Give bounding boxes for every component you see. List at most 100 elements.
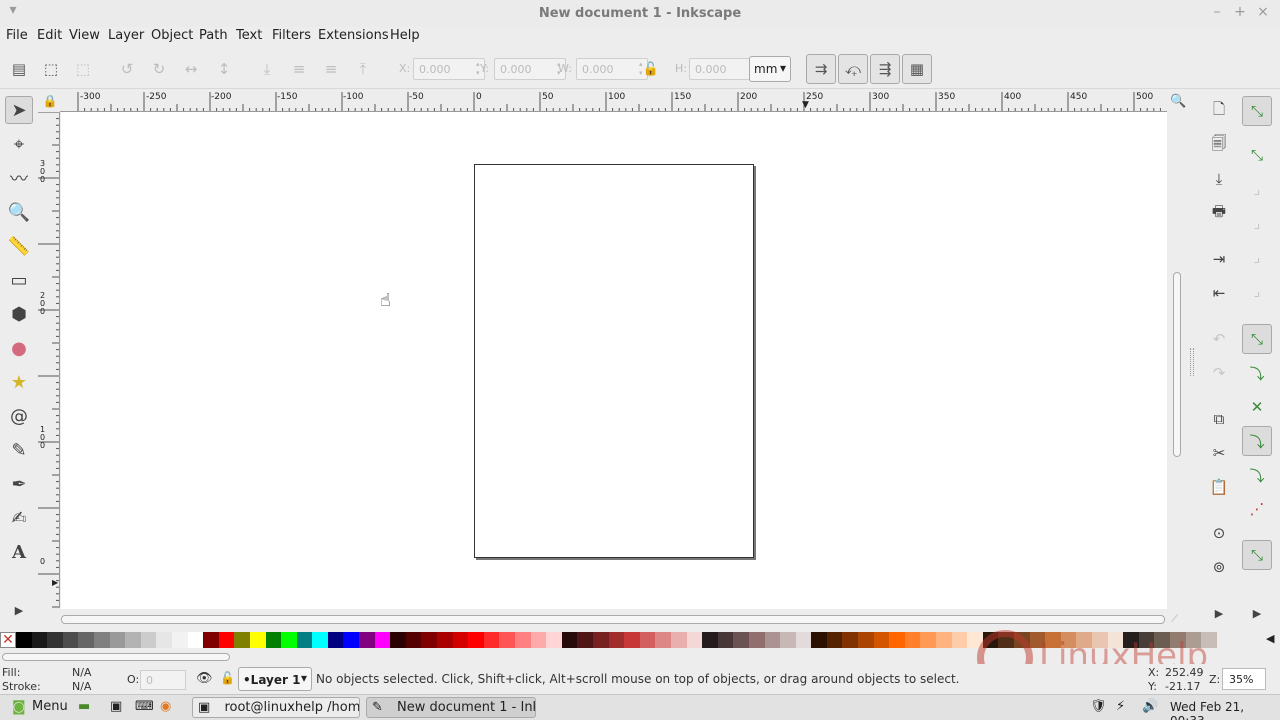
snap-bbox-edge-icon[interactable]: ⌟ <box>1242 174 1272 204</box>
3d-box-tool-icon[interactable]: ⬢ <box>5 300 33 328</box>
color-swatch[interactable] <box>437 632 453 648</box>
menu-file[interactable]: File <box>6 28 28 43</box>
lock-icon[interactable]: 🔓 <box>638 56 664 82</box>
color-swatch[interactable] <box>156 632 172 648</box>
snap-bbox-center-icon[interactable]: ⌟ <box>1242 276 1272 306</box>
layer-select[interactable]: •Layer 1 <box>238 667 312 691</box>
minimize-button[interactable]: – <box>1208 4 1226 20</box>
menu-path[interactable]: Path <box>199 28 228 43</box>
color-swatch[interactable] <box>702 632 718 648</box>
raise-icon[interactable]: ≡ <box>318 56 344 82</box>
color-swatch[interactable] <box>31 632 48 648</box>
measure-tool-icon[interactable]: 📏 <box>5 232 33 260</box>
color-swatch[interactable] <box>499 632 515 648</box>
flip-horizontal-icon[interactable]: ↔ <box>178 56 204 82</box>
snap-page-icon[interactable]: ⤡ <box>1242 540 1272 570</box>
color-swatch[interactable] <box>546 632 562 648</box>
color-swatch[interactable] <box>873 632 890 648</box>
select-all-icon[interactable]: ⬚ <box>38 56 64 82</box>
color-swatch[interactable] <box>140 632 157 648</box>
color-swatch[interactable] <box>468 632 484 648</box>
color-swatch[interactable] <box>171 632 188 648</box>
color-swatch[interactable] <box>826 632 843 648</box>
firefox-launcher-icon[interactable]: ◉ <box>160 699 171 714</box>
import-icon[interactable]: ⇥ <box>1204 244 1234 274</box>
color-swatch[interactable] <box>374 632 391 648</box>
star-tool-icon[interactable]: ★ <box>5 368 33 396</box>
menu-edit[interactable]: Edit <box>37 28 62 43</box>
toolbox-more-icon[interactable]: ▶ <box>5 596 33 624</box>
color-swatch[interactable] <box>78 632 94 648</box>
color-swatch[interactable] <box>608 632 625 648</box>
color-swatch[interactable] <box>764 632 781 648</box>
calligraphy-tool-icon[interactable]: ✍ <box>5 504 33 532</box>
color-swatch[interactable] <box>748 632 765 648</box>
unit-select[interactable]: mm <box>749 56 791 82</box>
menu-text[interactable]: Text <box>236 28 262 43</box>
document-page[interactable] <box>474 164 754 558</box>
color-swatch[interactable] <box>561 632 578 648</box>
color-swatch[interactable] <box>405 632 422 648</box>
color-swatch[interactable] <box>359 632 375 648</box>
zoom-drawing-icon[interactable]: ⊚ <box>1204 552 1234 582</box>
paste-icon[interactable]: 📋 <box>1204 472 1234 502</box>
zoom-tool-icon[interactable]: 🔍 <box>5 198 33 226</box>
zoom-corner-icon[interactable]: 🔍 <box>1170 94 1186 109</box>
color-swatch[interactable] <box>421 632 438 648</box>
color-swatch[interactable] <box>639 632 656 648</box>
rectangle-tool-icon[interactable]: ▭ <box>5 266 33 294</box>
opacity-input[interactable]: 0 <box>140 670 186 690</box>
color-swatch[interactable] <box>780 632 796 648</box>
color-swatch[interactable] <box>249 632 266 648</box>
x-input[interactable]: 0.000 <box>413 58 485 80</box>
menu-extensions[interactable]: Extensions <box>318 28 389 43</box>
color-swatch[interactable] <box>483 632 500 648</box>
snap-path-icon[interactable]: ⤵ <box>1242 358 1272 388</box>
show-desktop-icon[interactable]: ▬ <box>78 699 90 714</box>
rotate-ccw-icon[interactable]: ↺ <box>114 56 140 82</box>
color-swatch[interactable] <box>936 632 952 648</box>
transform-gradients-icon[interactable]: ⇶ <box>870 54 900 84</box>
color-swatch[interactable] <box>858 632 874 648</box>
menu-object[interactable]: Object <box>151 28 193 43</box>
color-swatch[interactable] <box>624 632 640 648</box>
color-swatch[interactable] <box>47 632 63 648</box>
terminal-launcher-icon[interactable]: ⌨ <box>135 699 154 714</box>
lower-icon[interactable]: ≡ <box>286 56 312 82</box>
snap-cusp-icon[interactable]: ⤵ <box>1242 426 1272 456</box>
palette-menu-icon[interactable]: ◀ <box>1266 632 1274 645</box>
node-tool-icon[interactable]: ⌖ <box>5 130 33 158</box>
transform-patterns-icon[interactable]: ▦ <box>902 54 932 84</box>
stroke-value[interactable]: N/A <box>72 680 91 693</box>
color-swatch[interactable] <box>577 632 593 648</box>
document-properties-icon[interactable]: ▤ <box>6 56 32 82</box>
snap-more-icon[interactable]: ▶ <box>1242 598 1272 628</box>
snap-nodes-icon[interactable]: ⤡ <box>1242 324 1272 354</box>
color-swatch[interactable] <box>811 632 827 648</box>
selector-tool-icon[interactable]: ➤ <box>5 96 33 124</box>
fill-value[interactable]: N/A <box>72 666 91 679</box>
color-swatch[interactable] <box>920 632 937 648</box>
ellipse-tool-icon[interactable]: ● <box>5 334 33 362</box>
color-swatch[interactable] <box>452 632 469 648</box>
color-swatch[interactable] <box>889 632 905 648</box>
color-swatch[interactable] <box>904 632 921 648</box>
color-swatch[interactable] <box>686 632 703 648</box>
vertical-scroll-thumb[interactable] <box>1173 272 1181 457</box>
palette-scroll-thumb[interactable] <box>2 653 230 661</box>
color-swatch[interactable] <box>218 632 235 648</box>
layer-lock-icon[interactable]: 🔓 <box>220 671 235 685</box>
pencil-tool-icon[interactable]: ✎ <box>5 436 33 464</box>
maximize-button[interactable]: + <box>1231 4 1249 20</box>
cut-icon[interactable]: ✂ <box>1204 438 1234 468</box>
taskbar-inkscape[interactable]: ✎ New document 1 - Ink... <box>366 697 536 718</box>
vertical-scrollbar[interactable] <box>1167 112 1187 609</box>
copy-icon[interactable]: ⧉ <box>1204 404 1234 434</box>
color-swatch[interactable] <box>281 632 297 648</box>
menu-help[interactable]: Help <box>390 28 420 43</box>
color-swatch[interactable] <box>515 632 531 648</box>
spiral-tool-icon[interactable]: @ <box>5 402 33 430</box>
menu-filters[interactable]: Filters <box>272 28 311 43</box>
color-swatch[interactable] <box>187 632 204 648</box>
snap-bbox-midpoint-icon[interactable]: ⌟ <box>1242 242 1272 272</box>
